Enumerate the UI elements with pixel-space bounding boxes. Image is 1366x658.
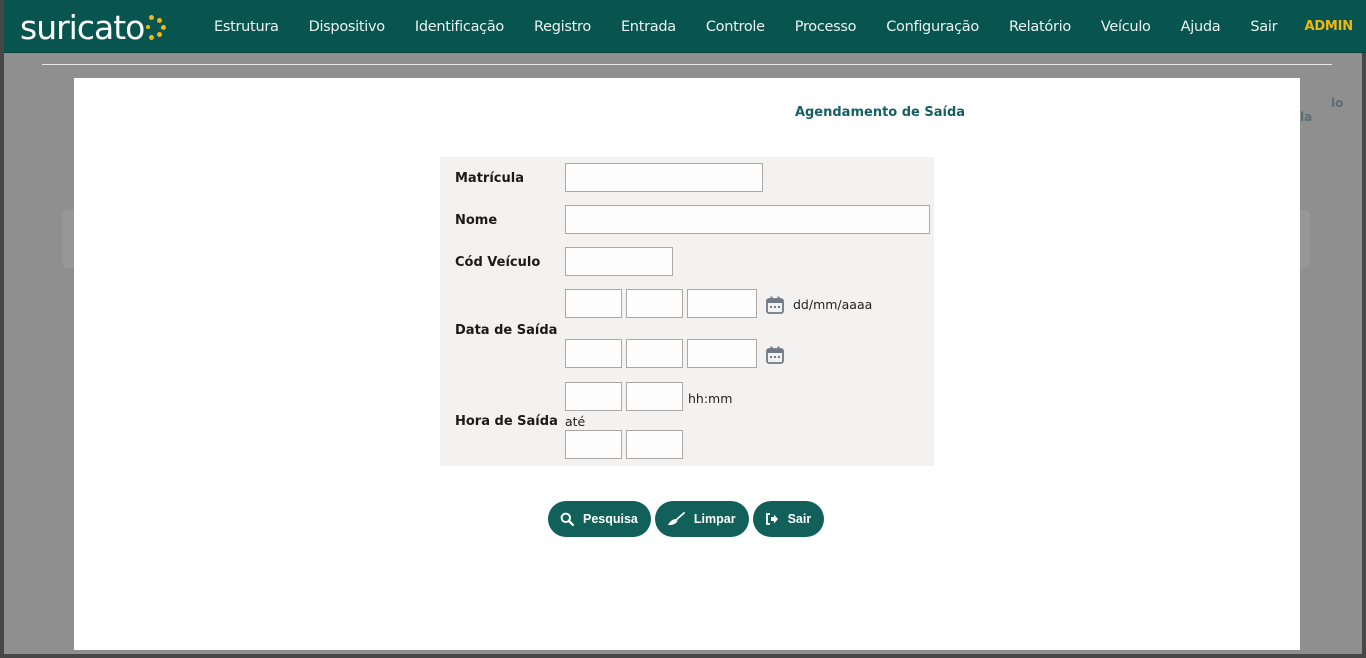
clear-button[interactable]: Limpar <box>654 501 749 537</box>
ate-label: até <box>565 414 586 429</box>
nav-item-entrada[interactable]: Entrada <box>606 19 691 35</box>
logo-text: suricato <box>20 7 145 47</box>
time-format-hint: hh:mm <box>688 391 733 406</box>
app-window: suricato Estrutura Dispositivo Identificaç… <box>0 0 1366 658</box>
search-button-label: Pesquisa <box>583 512 638 526</box>
data-saida-label: Data de Saída <box>455 323 558 338</box>
date-from-month-input[interactable] <box>626 289 683 318</box>
date-format-hint: dd/mm/aaaa <box>793 297 873 312</box>
nome-label: Nome <box>455 213 498 228</box>
main-menu: Estrutura Dispositivo Identificação Registr… <box>199 0 1292 53</box>
time-to-hour-input[interactable] <box>565 430 622 459</box>
search-icon <box>560 512 574 526</box>
date-to-month-input[interactable] <box>626 339 683 368</box>
nav-item-ajuda[interactable]: Ajuda <box>1166 19 1236 35</box>
user-label[interactable]: ADMIN <box>1304 19 1353 34</box>
time-to-minute-input[interactable] <box>626 430 683 459</box>
logo[interactable]: suricato <box>20 5 168 49</box>
nav-item-processo[interactable]: Processo <box>780 19 871 35</box>
exit-button-label: Sair <box>787 512 812 526</box>
time-from-minute-input[interactable] <box>626 382 683 411</box>
calendar-to-icon[interactable] <box>765 345 785 365</box>
time-from-hour-input[interactable] <box>565 382 622 411</box>
clear-button-label: Limpar <box>693 512 736 526</box>
matricula-label: Matrícula <box>455 171 524 186</box>
nav-item-configuracao[interactable]: Configuração <box>871 19 994 35</box>
top-navbar: suricato Estrutura Dispositivo Identificaç… <box>4 0 1366 53</box>
search-form: Matrícula Nome Cód Veículo Data de Saída <box>440 157 934 466</box>
logo-dots-icon <box>146 12 168 42</box>
page-divider <box>42 64 1332 65</box>
nome-input[interactable] <box>565 205 930 234</box>
action-buttons: Pesquisa Limpar Sair <box>548 501 825 537</box>
modal-title: Agendamento de Saída <box>794 105 966 120</box>
nav-item-relatorio[interactable]: Relatório <box>994 19 1086 35</box>
nav-item-registro[interactable]: Registro <box>519 19 606 35</box>
search-button[interactable]: Pesquisa <box>548 501 651 537</box>
date-to-year-input[interactable] <box>687 339 757 368</box>
date-from-day-input[interactable] <box>565 289 622 318</box>
calendar-from-icon[interactable] <box>765 295 785 315</box>
nav-item-dispositivo[interactable]: Dispositivo <box>294 19 400 35</box>
nav-item-estrutura[interactable]: Estrutura <box>199 19 294 35</box>
hora-saida-label: Hora de Saída <box>455 414 558 429</box>
nav-item-controle[interactable]: Controle <box>691 19 780 35</box>
cod-veiculo-input[interactable] <box>565 247 673 276</box>
exit-button[interactable]: Sair <box>752 501 825 537</box>
nav-item-veiculo[interactable]: Veículo <box>1086 19 1166 35</box>
nav-item-sair[interactable]: Sair <box>1235 19 1292 35</box>
background-text: lo <box>1331 96 1344 110</box>
matricula-input[interactable] <box>565 163 763 192</box>
broom-icon <box>667 512 685 526</box>
nav-item-identificacao[interactable]: Identificação <box>400 19 519 35</box>
cod-veiculo-label: Cód Veículo <box>455 255 541 270</box>
background-text: la <box>1300 110 1313 124</box>
date-to-day-input[interactable] <box>565 339 622 368</box>
date-from-year-input[interactable] <box>687 289 757 318</box>
sign-out-icon <box>765 513 778 525</box>
schedule-exit-modal: Agendamento de Saída Matrícula Nome Cód … <box>74 78 1300 650</box>
